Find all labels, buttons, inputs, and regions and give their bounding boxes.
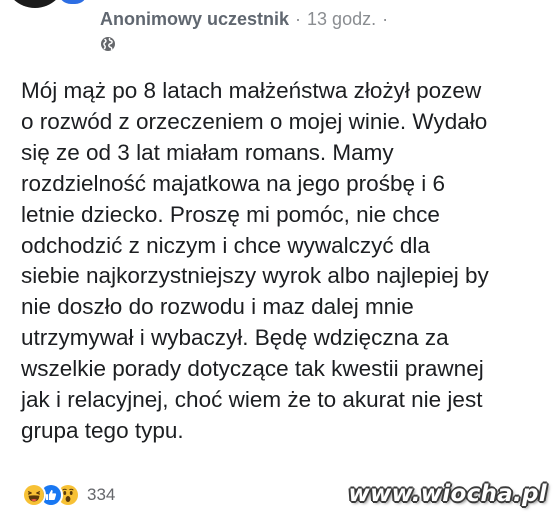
site-watermark: www.wiocha.pl (348, 481, 547, 507)
author-name[interactable]: Anonimowy uczestnik (100, 8, 289, 30)
reaction-count[interactable]: 334 (87, 485, 115, 505)
post-text-line: Mój mąż po 8 latach małżeństwa złożył po… (21, 78, 482, 103)
reactions-summary[interactable]: 334 (22, 482, 115, 508)
post-text-line: się ze od 3 lat miałam romans. Mamy (21, 139, 394, 165)
post-text-line: odchodzić z niczym i chce wywalczyć dla (21, 232, 430, 258)
post-timestamp[interactable]: 13 godz. (307, 8, 376, 30)
post-text-line: rozdzielność majatkowa na jego prośbę i … (21, 170, 445, 196)
group-badge-icon (56, 0, 90, 6)
globe-icon (100, 36, 116, 52)
post-text-line: letnie dziecko. Proszę mi pomóc, nie chc… (21, 201, 440, 227)
author-line: Anonimowy uczestnik · 13 godz. · (100, 8, 547, 30)
post-text-line: nie doszło do rozwodu i maz dalej mnie (21, 294, 414, 320)
post-text-line: wszelkie porady dotyczące tak kwestii pr… (21, 356, 484, 382)
haha-icon (22, 483, 46, 507)
meta-separator: · (295, 9, 302, 29)
meta-separator-trailing: · (382, 9, 389, 29)
post-text-line: jak i relacyjnej, choć wiem że to akurat… (21, 387, 483, 413)
post-text-line: utrzymywał i wybaczył. Będę wdzięczna za (21, 325, 449, 351)
post-text-line: grupa tego typu. (21, 417, 184, 443)
post-header: Anonimowy uczestnik · 13 godz. · (100, 8, 547, 64)
author-avatar[interactable] (4, 0, 92, 12)
post-body: Mój mąż po 8 latach małżeństwa złożył po… (21, 76, 541, 447)
post-text-line: siebie najkorzystniejszy wyrok albo najl… (21, 263, 489, 289)
avatar (4, 0, 66, 8)
post-text-line: o rozwód z orzeczeniem o mojej winie. Wy… (21, 108, 488, 134)
reaction-icons (22, 483, 80, 507)
